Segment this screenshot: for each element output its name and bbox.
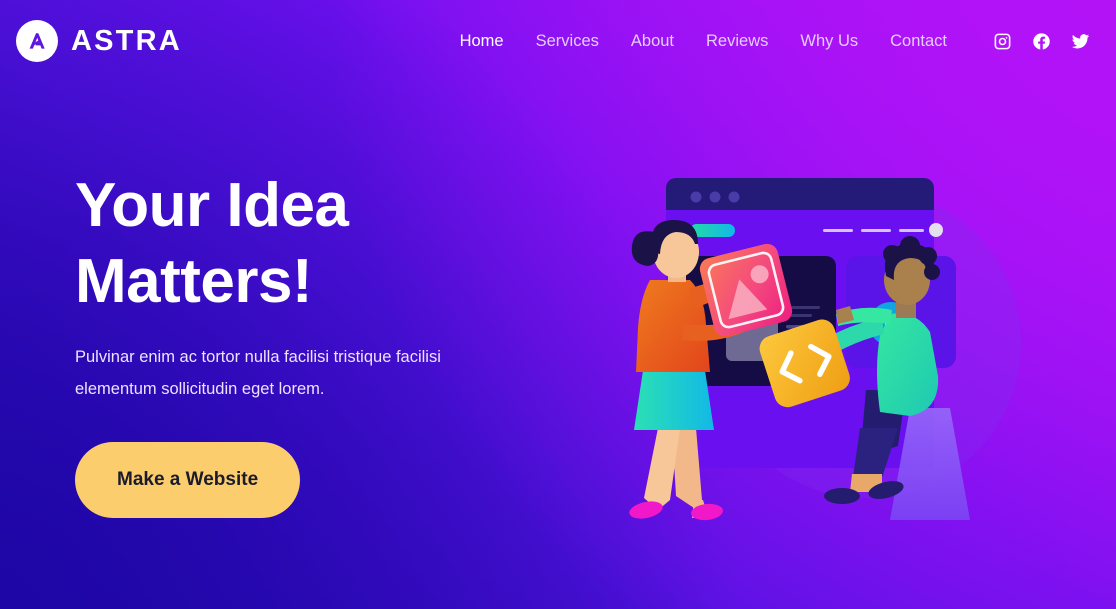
hero-copy: Your Idea Matters! Pulvinar enim ac tort… <box>75 168 545 518</box>
brand-name: ASTRA <box>71 24 182 57</box>
hero-illustration <box>598 128 1098 548</box>
nav-item-about[interactable]: About <box>615 27 690 56</box>
site-header: ASTRA Home Services About Reviews Why Us… <box>0 0 1116 82</box>
nav-item-contact[interactable]: Contact <box>874 27 963 56</box>
instagram-icon[interactable] <box>993 32 1012 51</box>
facebook-icon[interactable] <box>1032 32 1051 51</box>
nav-item-why-us[interactable]: Why Us <box>784 27 874 56</box>
nav-item-reviews[interactable]: Reviews <box>690 27 784 56</box>
hero-subheading: Pulvinar enim ac tortor nulla facilisi t… <box>75 348 441 399</box>
make-a-website-button[interactable]: Make a Website <box>75 441 301 518</box>
brand-logo[interactable]: ASTRA <box>16 20 182 62</box>
nav-item-services[interactable]: Services <box>520 27 615 56</box>
page-title: Your Idea Matters! <box>75 171 349 316</box>
social-links <box>993 32 1090 51</box>
twitter-icon[interactable] <box>1071 32 1090 51</box>
astra-a-logo-icon <box>16 20 58 62</box>
nav-item-home[interactable]: Home <box>444 27 520 56</box>
hero-section: ASTRA Home Services About Reviews Why Us… <box>0 0 1116 609</box>
main-navigation: Home Services About Reviews Why Us Conta… <box>444 27 1098 56</box>
